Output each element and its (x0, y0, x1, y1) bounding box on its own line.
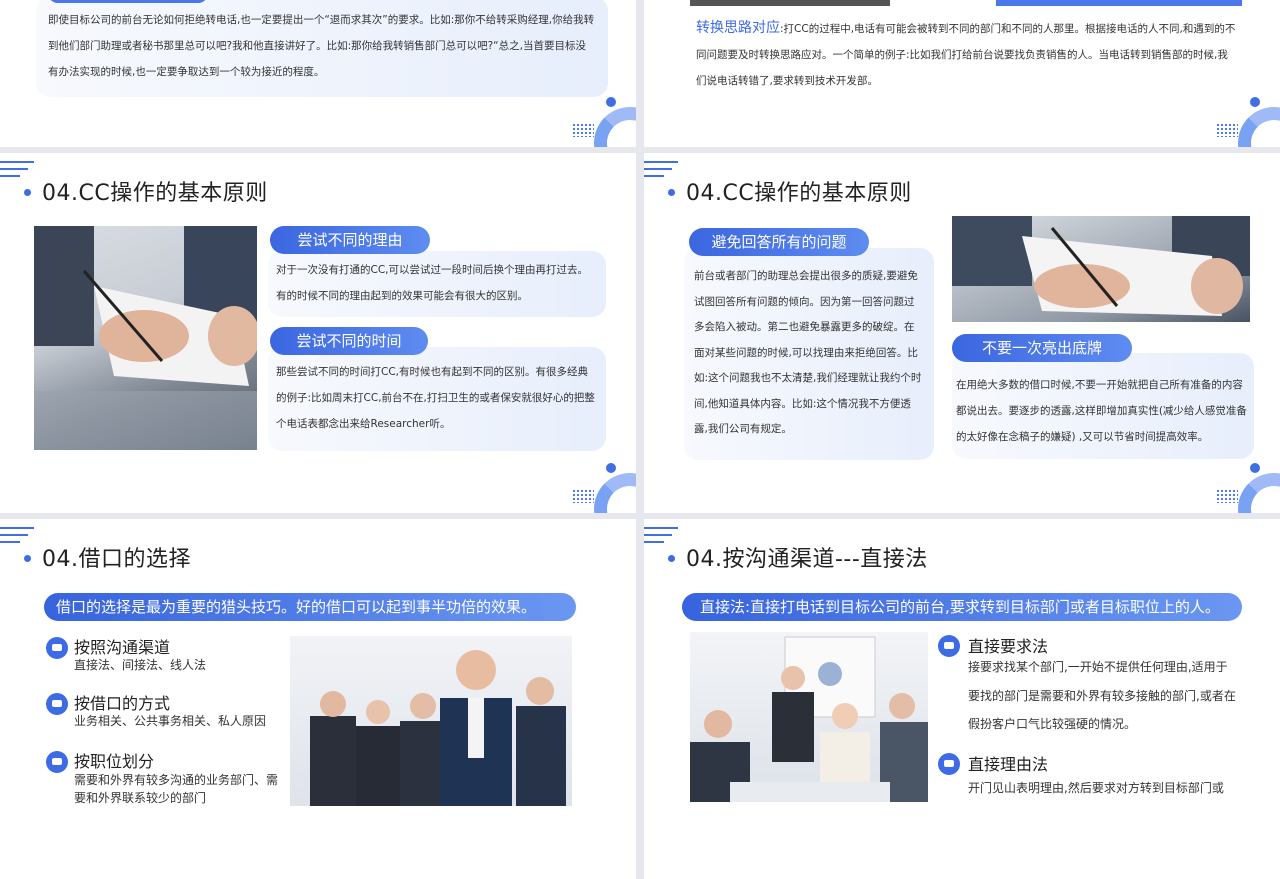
page-title: 04.借口的选择 (42, 547, 191, 572)
title-dot (24, 189, 31, 196)
item-heading-2: 直接理由法 (968, 755, 1049, 774)
photo-illustration (952, 216, 1250, 316)
handshake-photo (34, 226, 257, 450)
briefcase-icon (46, 751, 68, 773)
page-title: 04.CC操作的基本原则 (686, 181, 912, 206)
item-desc-1: 直接法、间接法、线人法 (74, 658, 207, 672)
title-dot (668, 555, 675, 562)
title-stripes (0, 527, 40, 557)
photo-illustration (34, 226, 257, 450)
slide-bottom-left: 04.借口的选择 借口的选择是最为重要的猎头技巧。好的借口可以起到事半功倍的效果… (0, 519, 636, 879)
title-dot (668, 189, 675, 196)
dot-grid-decoration (572, 489, 594, 503)
slide-top-right: 转换思路对应:打CC的过程中,电话有可能会被转到不同的部门和不同的人那里。根据接… (644, 0, 1280, 147)
pill-label-1: 尝试不同的理由 (270, 226, 430, 254)
body-text-1: 对于一次没有打通的CC,可以尝试过一段时间后换个理由再打过去。有的时候不同的理由… (276, 264, 588, 302)
item-heading-2: 按借口的方式 (74, 694, 171, 713)
body-text-2: 那些尝试不同的时间打CC,有时候也有起到不同的区别。有很多经典的例子:比如周末打… (276, 366, 595, 430)
pill-label-1: 避免回答所有的问题 (689, 228, 869, 256)
photo-partial (690, 0, 890, 6)
item-desc-2: 开门见山表明理由,然后要求对方转到目标部门或 (968, 781, 1224, 795)
corner-decoration (566, 87, 636, 147)
item-desc-1: 接要求找某个部门,一开始不提供任何理由,适用于要找的部门是需要和外界有较多接触的… (968, 660, 1236, 731)
pill-label-2: 尝试不同的时间 (270, 327, 428, 355)
slide-top-left: 即使目标公司的前台无论如何拒绝转电话,也一定要提出一个“退而求其次”的要求。比如… (0, 0, 636, 147)
item-desc-2: 业务相关、公共事务相关、私人原因 (74, 714, 267, 728)
item-heading-1: 按照沟通渠道 (74, 638, 171, 657)
title-stripes (644, 527, 684, 557)
item-heading-3: 按职位划分 (74, 752, 155, 771)
body-text-1: 前台或者部门的助理总会提出很多的质疑,要避免试图回答所有问题的倾向。因为第一回答… (694, 270, 922, 435)
briefcase-icon (938, 635, 960, 657)
title-stripes (0, 161, 40, 191)
slide-mid-left: 04.CC操作的基本原则 尝试不同的理由 对于一次没有打通的CC,可以尝试过一段… (0, 153, 636, 513)
dot-grid-decoration (572, 123, 594, 137)
corner-decoration (1210, 87, 1280, 147)
photo-illustration (310, 650, 566, 806)
dot-grid-decoration (1216, 489, 1238, 503)
corner-decoration (1210, 453, 1280, 513)
meeting-photo (690, 632, 928, 802)
banner: 直接法:直接打电话到目标公司的前台,要求转到目标部门或者目标职位上的人。 (682, 593, 1242, 621)
pill-label-2: 不要一次亮出底牌 (952, 334, 1132, 362)
dot-grid-decoration (1216, 123, 1238, 137)
business-team-photo (290, 636, 572, 806)
banner: 借口的选择是最为重要的猎头技巧。好的借口可以起到事半功倍的效果。 (44, 593, 576, 621)
slide-bottom-right: 04.按沟通渠道---直接法 直接法:直接打电话到目标公司的前台,要求转到目标部… (644, 519, 1280, 879)
briefcase-icon (938, 753, 960, 775)
briefcase-icon (46, 693, 68, 715)
title-stripes (644, 161, 684, 191)
title-dot (24, 555, 31, 562)
body-text: 转换思路对应:打CC的过程中,电话有可能会被转到不同的部门和不同的人那里。根据接… (696, 15, 1236, 94)
slide-mid-right: 04.CC操作的基本原则 避免回答所有的问题 前台或者部门的助理总会提出很多的质… (644, 153, 1280, 513)
pill-partial (996, 0, 1242, 6)
briefcase-icon (46, 637, 68, 659)
page-title: 04.按沟通渠道---直接法 (686, 547, 928, 572)
photo-illustration (690, 636, 928, 802)
corner-decoration (566, 453, 636, 513)
body-text: 即使目标公司的前台无论如何拒绝转电话,也一定要提出一个“退而求其次”的要求。比如… (48, 14, 595, 78)
item-desc-3: 需要和外界有较多沟通的业务部门、需要和外界联系较少的部门 (74, 773, 279, 805)
highlight-label: 转换思路对应 (696, 20, 780, 36)
page-title: 04.CC操作的基本原则 (42, 181, 268, 206)
pill-partial (48, 0, 208, 3)
signing-photo (952, 216, 1250, 322)
body-text-2: 在用绝大多数的借口时候,不要一开始就把自己所有准备的内容都说出去。要逐步的透露,… (956, 379, 1247, 443)
